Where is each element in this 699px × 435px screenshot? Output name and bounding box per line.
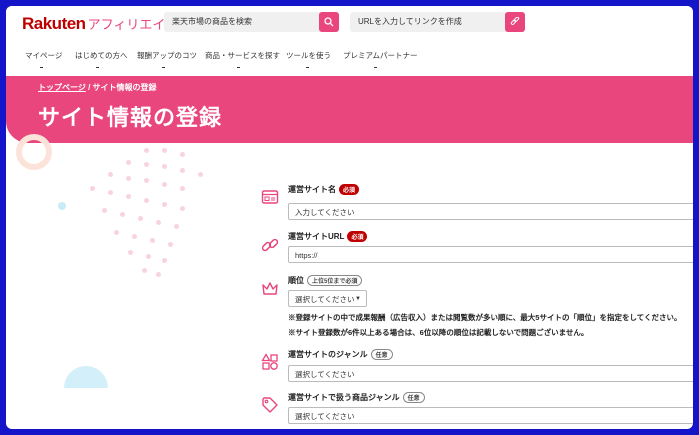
crown-icon bbox=[262, 282, 278, 295]
create-link-button[interactable] bbox=[505, 12, 525, 32]
nav-item-reward-tips[interactable]: 報酬アップのコツ bbox=[137, 50, 197, 61]
site-url-label-text: 運営サイトURL bbox=[288, 232, 345, 241]
rank-note-2: ※サイト登録数が6件以上ある場合は、6位以降の順位は記載しないで問題ございません… bbox=[288, 328, 589, 337]
product-genre-select[interactable]: 選択してください bbox=[288, 407, 693, 424]
form-row-genre: 運営サイトのジャンル 任意 選択してください bbox=[261, 345, 693, 385]
rank-label: 順位 上位5位まで必須 bbox=[288, 275, 363, 287]
required-badge: 必須 bbox=[339, 184, 360, 196]
page-banner: トップページ / サイト情報の登録 サイト情報の登録 bbox=[6, 76, 693, 143]
search-button[interactable] bbox=[319, 12, 339, 32]
logo-main: Rakuten bbox=[22, 14, 86, 33]
rakuten-affiliate-logo[interactable]: Rakuten アフィリエイト bbox=[22, 14, 178, 34]
site-name-input[interactable]: 入力してください bbox=[288, 203, 693, 220]
rank-select[interactable]: 選択してください ▼ bbox=[288, 290, 367, 307]
page-frame: Rakuten アフィリエイト 楽天市場の商品を検索 URLを入力してリンクを作成… bbox=[6, 6, 693, 429]
decorative-dot bbox=[58, 202, 66, 210]
genre-label-text: 運営サイトのジャンル bbox=[288, 350, 368, 359]
nav-item-mypage[interactable]: マイページ bbox=[25, 50, 62, 61]
genre-label: 運営サイトのジャンル 任意 bbox=[288, 349, 393, 361]
product-genre-label: 運営サイトで扱う商品ジャンル 任意 bbox=[288, 392, 425, 404]
breadcrumb-separator: / bbox=[88, 83, 91, 92]
chevron-down-icon bbox=[237, 67, 240, 68]
shapes-category-icon bbox=[261, 353, 278, 370]
site-url-input[interactable]: https:// bbox=[288, 246, 693, 263]
site-name-label-text: 運営サイト名 bbox=[288, 185, 336, 194]
search-icon bbox=[324, 17, 334, 27]
product-genre-label-text: 運営サイトで扱う商品ジャンル bbox=[288, 393, 400, 402]
chevron-down-icon bbox=[40, 67, 43, 68]
required-badge: 必須 bbox=[347, 231, 368, 243]
chevron-down-icon bbox=[162, 67, 165, 68]
site-name-label: 運営サイト名 必須 bbox=[288, 184, 360, 196]
decorative-dot-pattern bbox=[66, 146, 216, 286]
breadcrumb: トップページ / サイト情報の登録 bbox=[38, 82, 157, 93]
chevron-down-icon bbox=[374, 67, 377, 68]
tag-icon bbox=[262, 397, 278, 413]
browser-window-icon bbox=[261, 190, 279, 204]
optional-badge: 任意 bbox=[402, 392, 425, 404]
nav-item-find-products[interactable]: 商品・サービスを探す bbox=[205, 50, 280, 61]
header: Rakuten アフィリエイト 楽天市場の商品を検索 URLを入力してリンクを作成 bbox=[6, 6, 693, 46]
form-row-rank: 順位 上位5位まで必須 選択してください ▼ bbox=[261, 272, 693, 312]
chevron-down-icon bbox=[96, 67, 99, 68]
rank-note-1: ※登録サイトの中で成果報酬（広告収入）または閲覧数が多い順に、最大5サイトの「順… bbox=[288, 313, 682, 322]
site-url-label: 運営サイトURL 必須 bbox=[288, 231, 368, 243]
nav-item-premium-partner[interactable]: プレミアムパートナー bbox=[343, 50, 417, 61]
nav-item-beginners[interactable]: はじめての方へ bbox=[75, 50, 128, 61]
form-row-site-name: 運営サイト名 必須 入力してください bbox=[261, 184, 693, 224]
optional-badge: 任意 bbox=[370, 349, 393, 361]
form-row-site-url: 運営サイトURL 必須 https:// bbox=[261, 228, 693, 268]
form-row-product-genre: 運営サイトで扱う商品ジャンル 任意 選択してください bbox=[261, 386, 693, 426]
rank-label-text: 順位 bbox=[288, 276, 304, 285]
breadcrumb-current: サイト情報の登録 bbox=[92, 83, 157, 92]
chevron-down-icon bbox=[306, 67, 309, 68]
decorative-arc bbox=[64, 366, 108, 388]
decorative-ring bbox=[16, 134, 52, 170]
caret-down-icon: ▼ bbox=[355, 296, 361, 302]
genre-select[interactable]: 選択してください bbox=[288, 365, 693, 382]
nav-item-tools[interactable]: ツールを使う bbox=[286, 50, 331, 61]
link-icon bbox=[510, 16, 520, 25]
rank-select-value: 選択してください bbox=[295, 295, 355, 304]
url-input[interactable]: URLを入力してリンクを作成 bbox=[350, 12, 508, 32]
rank-badge: 上位5位まで必須 bbox=[307, 275, 363, 287]
page-title: サイト情報の登録 bbox=[38, 105, 223, 130]
breadcrumb-top-link[interactable]: トップページ bbox=[38, 83, 86, 92]
global-nav: マイページ はじめての方へ 報酬アップのコツ 商品・サービスを探す ツールを使う… bbox=[6, 46, 693, 76]
link-icon bbox=[261, 238, 279, 252]
search-input[interactable]: 楽天市場の商品を検索 bbox=[164, 12, 322, 32]
